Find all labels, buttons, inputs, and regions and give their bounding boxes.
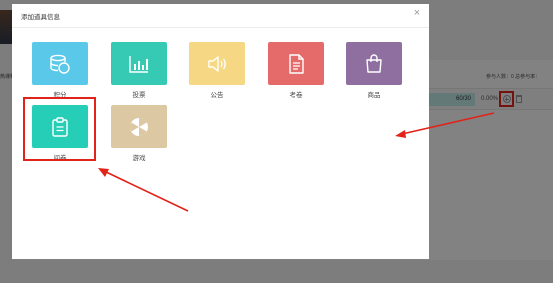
tile-goods[interactable]: 商品 (346, 42, 402, 100)
tile-game[interactable]: 游戏 (111, 105, 167, 163)
tile-notice[interactable]: 公告 (189, 42, 245, 100)
tile-notice-box[interactable] (189, 42, 245, 85)
shopping-bag-icon (366, 53, 382, 73)
add-prop-dialog: 添加道具信息 × 积分 投票 公告 考卷 商品 问卷 游戏 (12, 4, 429, 259)
tile-game-label: 游戏 (132, 155, 146, 162)
highlight-box (23, 97, 96, 161)
tile-exam-box[interactable] (268, 42, 324, 85)
tile-vote[interactable]: 投票 (111, 42, 167, 100)
dialog-divider (12, 27, 429, 28)
tile-vote-box[interactable] (111, 42, 167, 85)
tile-points[interactable]: 积分 (32, 42, 88, 100)
speaker-icon (208, 55, 226, 72)
close-icon[interactable]: × (411, 7, 423, 19)
tile-goods-box[interactable] (346, 42, 402, 85)
wheel-icon (129, 117, 148, 136)
document-icon (289, 53, 304, 74)
tile-goods-label: 商品 (367, 92, 381, 99)
tile-exam-label: 考卷 (289, 92, 303, 99)
tile-vote-label: 投票 (132, 92, 146, 99)
coins-icon (50, 54, 70, 74)
tile-notice-label: 公告 (210, 92, 224, 99)
dialog-title: 添加道具信息 (21, 14, 60, 21)
bar-chart-icon (129, 55, 148, 73)
tile-points-box[interactable] (32, 42, 88, 85)
tile-exam[interactable]: 考卷 (268, 42, 324, 100)
tile-game-box[interactable] (111, 105, 167, 148)
